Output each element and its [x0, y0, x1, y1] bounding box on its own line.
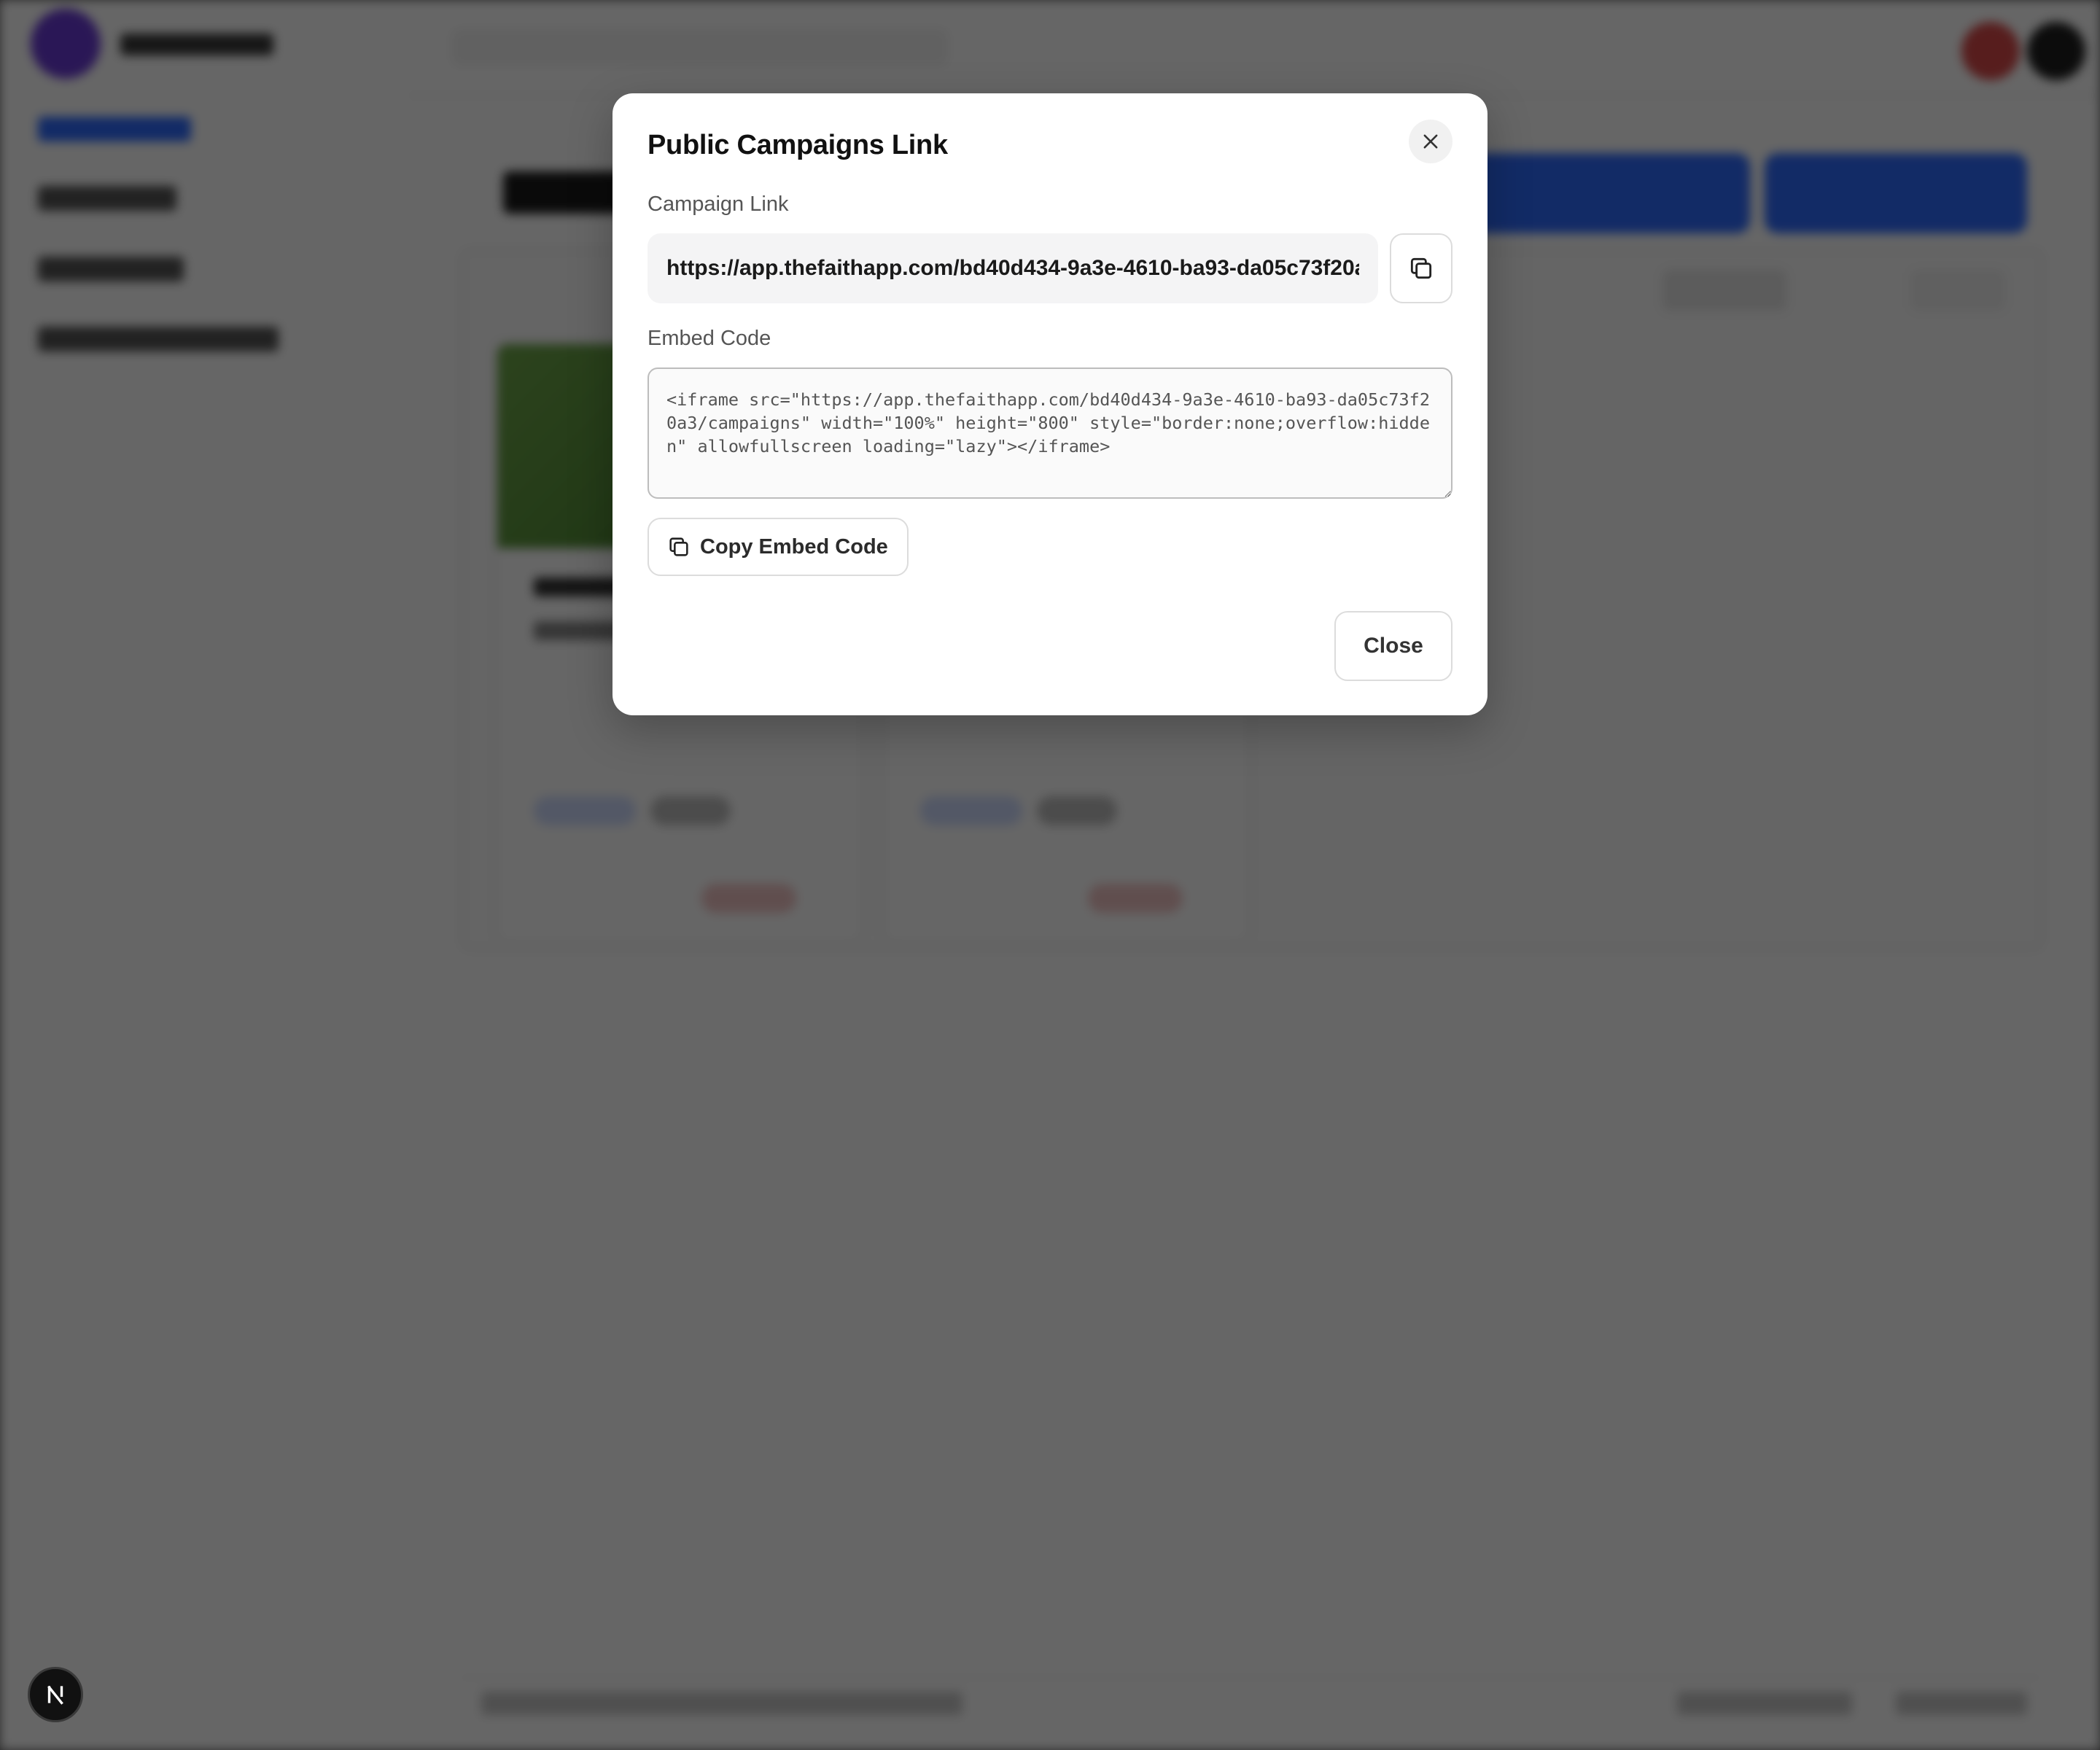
public-campaigns-link-dialog: Public Campaigns Link Campaign Link Embe… [612, 93, 1488, 715]
dialog-title: Public Campaigns Link [648, 130, 948, 160]
embed-code-label: Embed Code [648, 327, 771, 350]
embed-code-textarea[interactable]: <iframe src="https://app.thefaithapp.com… [648, 368, 1452, 499]
copy-icon [1410, 257, 1432, 279]
copy-embed-code-button[interactable]: Copy Embed Code [648, 518, 909, 576]
close-button[interactable]: Close [1334, 611, 1452, 681]
close-icon [1423, 134, 1438, 149]
campaign-link-input[interactable] [648, 233, 1378, 303]
copy-embed-code-label: Copy Embed Code [700, 534, 888, 559]
copy-icon [669, 537, 688, 556]
dialog-close-x-button[interactable] [1409, 120, 1452, 163]
next-logo-icon[interactable] [28, 1667, 83, 1722]
campaign-link-label: Campaign Link [648, 192, 789, 216]
copy-link-button[interactable] [1390, 233, 1452, 303]
